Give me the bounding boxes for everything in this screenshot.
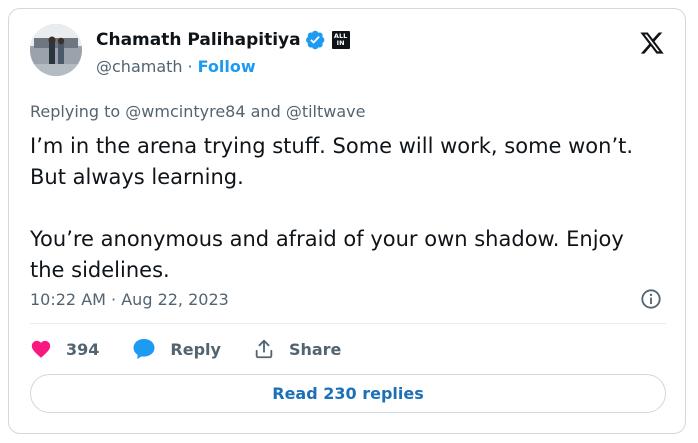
verified-badge-icon xyxy=(305,30,324,50)
share-icon xyxy=(255,339,273,359)
replying-to-prefix: Replying to xyxy=(30,102,126,121)
author-display-name[interactable]: Chamath Palihapitiya xyxy=(96,30,301,50)
replying-to: Replying to @wmcintyre84 and @tiltwave xyxy=(30,102,365,121)
replying-to-and: and xyxy=(245,102,286,121)
read-replies-button[interactable]: Read 230 replies xyxy=(30,374,666,413)
reply-label: Reply xyxy=(170,339,221,359)
info-icon[interactable] xyxy=(640,288,662,310)
tweet-date: Aug 22, 2023 xyxy=(121,290,229,309)
tweet-time: 10:22 AM xyxy=(30,290,106,309)
tweet-line: I’m in the arena trying stuff. Some will… xyxy=(30,134,634,158)
timestamp-separator: · xyxy=(111,290,117,309)
tweet-text: I’m in the arena trying stuff. Some will… xyxy=(30,131,670,286)
share-label: Share xyxy=(288,339,342,359)
tweet-timestamp[interactable]: 10:22 AM · Aug 22, 2023 xyxy=(30,290,229,309)
reply-user-link[interactable]: @wmcintyre84 xyxy=(125,102,245,121)
author-handle[interactable]: @chamath xyxy=(96,57,183,76)
divider xyxy=(30,323,666,324)
x-logo-icon[interactable] xyxy=(638,30,666,56)
tweet-line: You’re anonymous and afraid of your own … xyxy=(30,227,624,251)
tweet-line: But always learning. xyxy=(30,165,244,189)
action-bar: 394 Reply Share xyxy=(30,337,341,361)
handle-separator: · xyxy=(187,57,193,76)
tweet-card: Chamath Palihapitiya ALL IN @chamath · F… xyxy=(8,8,686,434)
avatar[interactable] xyxy=(30,24,82,76)
author-name-row: Chamath Palihapitiya ALL IN xyxy=(96,29,350,51)
follow-button[interactable]: Follow xyxy=(198,57,256,76)
author-handle-row: @chamath · Follow xyxy=(96,57,256,76)
share-button[interactable]: Share xyxy=(253,338,341,360)
reply-button[interactable]: Reply xyxy=(132,338,221,360)
tweet-line: the sidelines. xyxy=(30,258,170,282)
like-count: 394 xyxy=(66,339,100,359)
like-button[interactable]: 394 xyxy=(30,338,99,360)
reply-bubble-icon xyxy=(133,339,155,359)
reply-user-link[interactable]: @tiltwave xyxy=(286,102,366,121)
read-replies-label: Read 230 replies xyxy=(272,384,424,403)
affiliate-badge[interactable]: ALL IN xyxy=(331,31,350,49)
heart-icon xyxy=(31,340,51,358)
